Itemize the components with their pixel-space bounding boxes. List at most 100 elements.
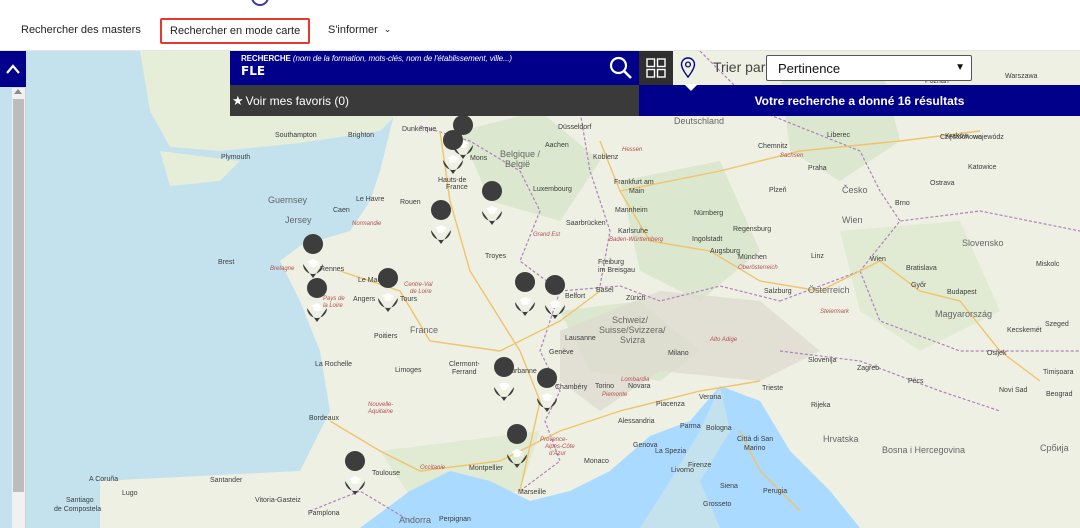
svg-text:La Rochelle: La Rochelle	[315, 361, 352, 368]
collapse-panel-button[interactable]	[0, 51, 26, 87]
svg-text:Saarbrücken: Saarbrücken	[566, 220, 606, 227]
nav-s-informer[interactable]: S'informer ⌄	[328, 24, 391, 36]
svg-text:Jersey: Jersey	[285, 215, 312, 225]
svg-text:Città di San: Città di San	[737, 436, 773, 443]
svg-text:Praha: Praha	[808, 165, 827, 172]
svg-text:Alpes-Côte: Alpes-Côte	[544, 444, 575, 450]
nav-rechercher-carte[interactable]: Rechercher en mode carte	[160, 18, 311, 44]
svg-text:Schweiz/: Schweiz/	[612, 315, 649, 325]
results-count-bar: Votre recherche a donné 16 résultats	[639, 85, 1080, 116]
search-input[interactable]: FLE	[241, 64, 265, 78]
svg-text:Marino: Marino	[744, 445, 766, 452]
svg-text:Wien: Wien	[870, 256, 886, 263]
search-panel[interactable]: RECHERCHE (nom de la formation, mots-clé…	[230, 51, 639, 85]
svg-text:Oberösterreich: Oberösterreich	[738, 265, 778, 271]
svg-text:Grand Est: Grand Est	[533, 232, 560, 238]
svg-text:Nürnberg: Nürnberg	[694, 210, 723, 217]
svg-text:Siena: Siena	[720, 483, 738, 490]
chevron-up-icon	[6, 64, 20, 74]
svg-text:France: France	[446, 184, 468, 191]
svg-text:Freiburg: Freiburg	[598, 259, 624, 266]
svg-text:Alessandria: Alessandria	[618, 418, 655, 425]
sort-select[interactable]: Pertinence ▼	[766, 55, 972, 81]
chevron-down-icon: ▼	[955, 62, 965, 73]
svg-text:Česko: Česko	[842, 185, 868, 195]
svg-text:Marseille: Marseille	[518, 489, 546, 496]
svg-text:Regensburg: Regensburg	[733, 226, 771, 233]
grid-view-button[interactable]	[639, 51, 673, 85]
svg-text:Torino: Torino	[595, 383, 614, 390]
svg-text:Villeurbanne: Villeurbanne	[498, 368, 537, 375]
svg-text:Brighton: Brighton	[348, 132, 374, 139]
svg-text:France: France	[410, 325, 438, 335]
svg-text:de Compostela: de Compostela	[54, 506, 101, 513]
svg-text:de Loire: de Loire	[410, 289, 432, 295]
svg-text:Pécs: Pécs	[908, 378, 924, 385]
nav-rechercher-carte-label: Rechercher en mode carte	[170, 25, 301, 37]
svg-text:Timișoara: Timișoara	[1043, 369, 1074, 376]
sort-label: Trier par	[713, 59, 766, 75]
svg-text:A Coruña: A Coruña	[89, 476, 118, 483]
svg-text:Trieste: Trieste	[762, 385, 783, 392]
svg-text:Hrvatska: Hrvatska	[823, 434, 859, 444]
svg-text:Novara: Novara	[628, 383, 651, 390]
scrollbar-thumb[interactable]	[13, 99, 24, 492]
svg-text:Linz: Linz	[811, 253, 824, 260]
svg-text:Aachen: Aachen	[545, 142, 569, 149]
svg-text:Brest: Brest	[218, 259, 234, 266]
search-label: RECHERCHE (nom de la formation, mots-clé…	[241, 54, 512, 63]
svg-text:Beograd: Beograd	[1046, 391, 1073, 398]
svg-text:Bosna i Hercegovina: Bosna i Hercegovina	[882, 445, 965, 455]
svg-text:Perugia: Perugia	[763, 488, 787, 495]
svg-text:Miskolc: Miskolc	[1036, 261, 1060, 268]
svg-text:Frankfurt am: Frankfurt am	[614, 179, 654, 186]
top-navigation: Rechercher des masters Rechercher en mod…	[0, 0, 1080, 51]
svg-text:Österreich: Österreich	[808, 285, 850, 295]
svg-text:Provence-: Provence-	[540, 437, 567, 443]
svg-text:Wien: Wien	[842, 215, 863, 225]
svg-text:Plzeň: Plzeň	[769, 187, 787, 194]
svg-text:wojewódz: wojewódz	[972, 134, 1004, 141]
svg-text:Troyes: Troyes	[485, 253, 507, 260]
svg-text:Rouen: Rouen	[400, 199, 421, 206]
search-icon[interactable]	[608, 55, 634, 81]
map-view[interactable]: Southampton Brighton Plymouth Dunkerque …	[0, 51, 1080, 528]
svg-text:Parma: Parma	[680, 423, 701, 430]
svg-text:Suisse/Svizzera/: Suisse/Svizzera/	[599, 325, 666, 335]
map-view-button[interactable]	[673, 51, 703, 85]
svg-text:Grosseto: Grosseto	[703, 501, 732, 508]
svg-text:Düsseldorf: Düsseldorf	[558, 124, 592, 131]
svg-text:Basel: Basel	[596, 287, 614, 294]
svg-text:Livorno: Livorno	[671, 467, 694, 474]
svg-text:Chemnitz: Chemnitz	[758, 143, 788, 150]
svg-text:Le Havre: Le Havre	[356, 196, 385, 203]
svg-text:Szeged: Szeged	[1045, 321, 1069, 328]
svg-text:Sachsen: Sachsen	[780, 153, 804, 159]
nav-s-informer-label: S'informer	[328, 24, 378, 36]
svg-text:Piemonte: Piemonte	[602, 392, 628, 398]
svg-text:Slovenija: Slovenija	[808, 357, 837, 364]
svg-text:Baden-Württemberg: Baden-Württemberg	[609, 237, 664, 243]
svg-text:Ferrand: Ferrand	[452, 369, 477, 376]
svg-text:Luxembourg: Luxembourg	[533, 186, 572, 193]
svg-text:Genève: Genève	[549, 349, 574, 356]
svg-text:Osijek: Osijek	[987, 350, 1007, 357]
svg-text:Normandie: Normandie	[352, 221, 382, 227]
svg-text:Chambéry: Chambéry	[555, 384, 588, 391]
svg-text:Lugo: Lugo	[122, 490, 138, 497]
svg-text:Hessen: Hessen	[622, 147, 643, 153]
scroll-up-arrow-icon[interactable]	[14, 89, 22, 94]
svg-text:Santiago: Santiago	[66, 497, 94, 504]
svg-text:Main: Main	[629, 188, 644, 195]
favorites-link[interactable]: ★ Voir mes favoris (0)	[230, 85, 639, 116]
svg-text:Pays de: Pays de	[323, 296, 345, 302]
svg-text:München: München	[738, 254, 767, 261]
favorites-label: Voir mes favoris (0)	[245, 93, 350, 108]
nav-rechercher-masters[interactable]: Rechercher des masters	[21, 24, 141, 36]
svg-text:Ostrava: Ostrava	[930, 180, 955, 187]
chevron-down-icon: ⌄	[383, 24, 392, 34]
svg-text:Bratislava: Bratislava	[906, 265, 937, 272]
svg-text:d'Azur: d'Azur	[549, 451, 567, 457]
svg-text:Mons: Mons	[470, 155, 488, 162]
svg-text:La Spezia: La Spezia	[655, 448, 686, 455]
